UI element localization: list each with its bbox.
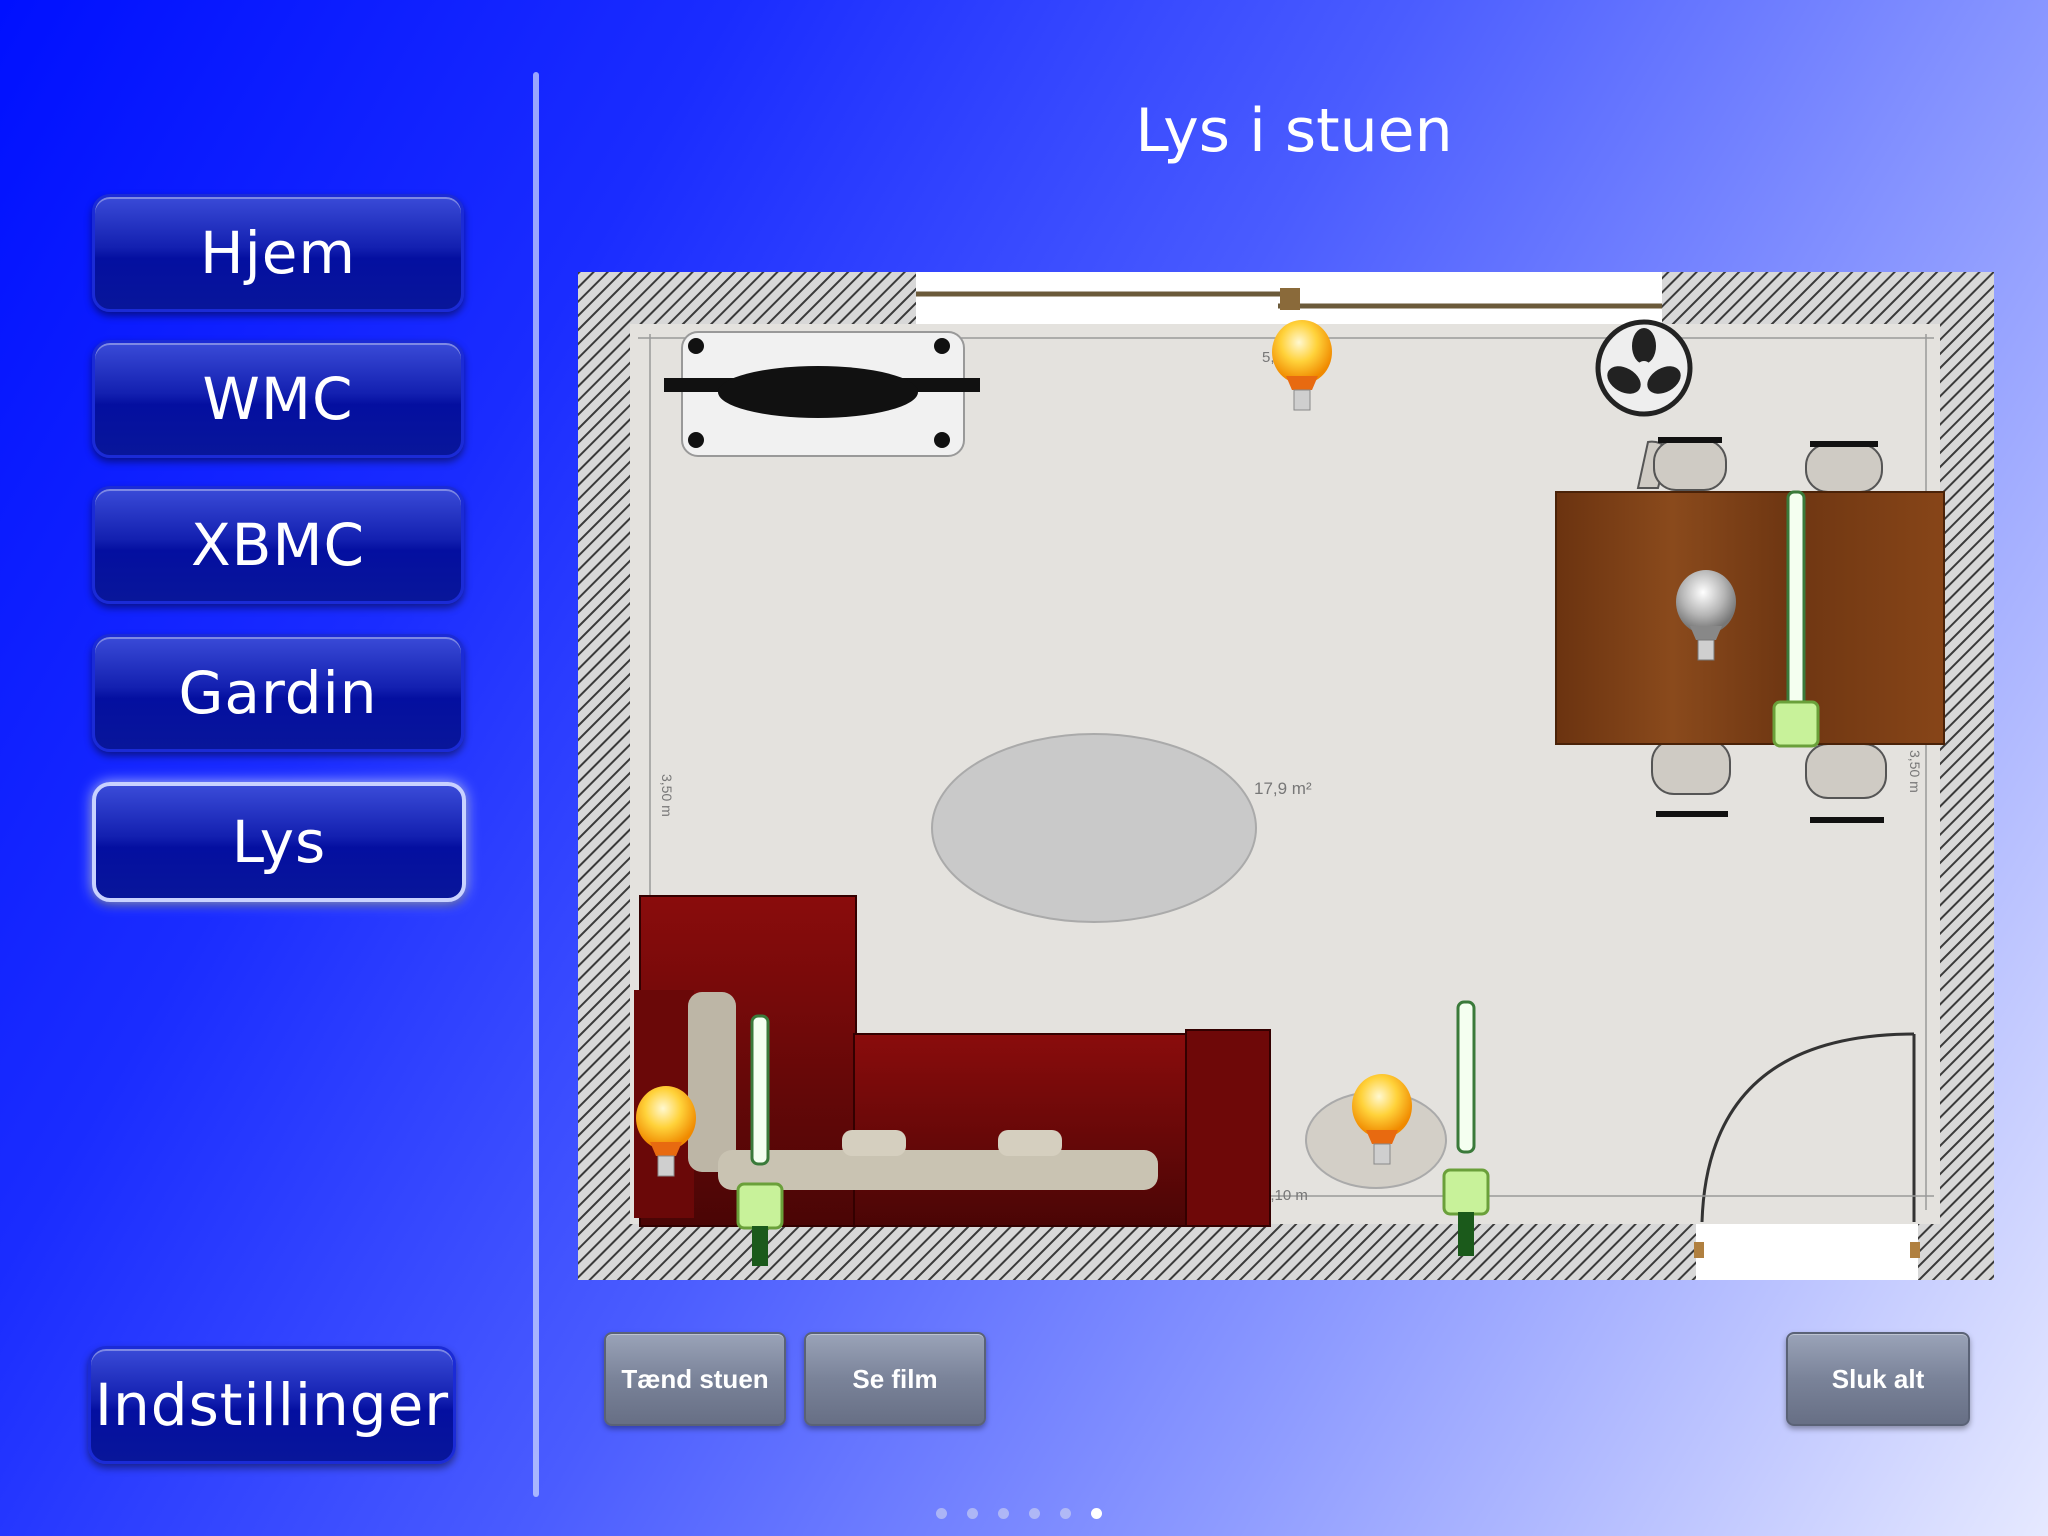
page-dot[interactable]: [936, 1508, 947, 1519]
tv: [664, 331, 980, 457]
page-dot[interactable]: [998, 1508, 1009, 1519]
page-dot[interactable]: [1060, 1508, 1071, 1519]
all-off-button[interactable]: Sluk alt: [1786, 1332, 1970, 1426]
dim-right-label: 3,50 m: [1907, 750, 1923, 793]
rug: [931, 733, 1257, 923]
nav-button-gardin[interactable]: Gardin: [92, 634, 464, 752]
page-dot[interactable]: [1029, 1508, 1040, 1519]
page-dot-current[interactable]: [1091, 1508, 1102, 1519]
page-title: Lys i stuen: [1135, 96, 1453, 166]
turn-on-living-room-button[interactable]: Tænd stuen: [604, 1332, 786, 1426]
nav-button-hjem[interactable]: Hjem: [92, 194, 464, 312]
door-opening: [1696, 1224, 1918, 1280]
area-label: 17,9 m²: [1254, 779, 1312, 798]
nav-button-xbmc[interactable]: XBMC: [92, 486, 464, 604]
sidebar-divider: [533, 72, 539, 1497]
watch-movie-button[interactable]: Se film: [804, 1332, 986, 1426]
nav-button-wmc[interactable]: WMC: [92, 340, 464, 458]
page-dot[interactable]: [967, 1508, 978, 1519]
dim-left-label: 3,50 m: [659, 774, 675, 817]
settings-button[interactable]: Indstillinger: [88, 1346, 456, 1464]
page-indicator[interactable]: [936, 1508, 1102, 1519]
floor-plan: 3,50 m 3,50 m 5,10 m 5, 17,9 m²: [578, 272, 1994, 1280]
nav-button-lys[interactable]: Lys: [92, 782, 466, 902]
dining-table: [1555, 491, 1945, 745]
fan-icon[interactable]: [1595, 319, 1693, 417]
